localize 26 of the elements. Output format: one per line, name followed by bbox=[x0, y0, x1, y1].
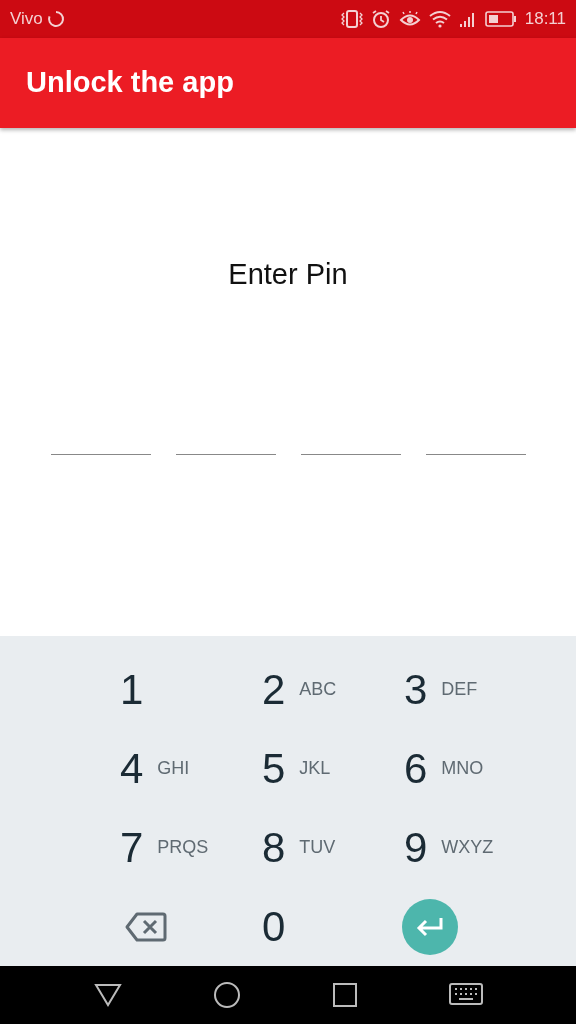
keypad-key[interactable]: 5 JKL bbox=[217, 747, 331, 790]
keypad-key[interactable]: 3 DEF bbox=[359, 668, 478, 711]
back-icon[interactable] bbox=[93, 983, 122, 1007]
backspace-icon[interactable] bbox=[125, 910, 167, 943]
carrier-name: Vivo bbox=[10, 8, 43, 31]
keypad-key[interactable]: 1 bbox=[75, 668, 144, 711]
keypad-key[interactable]: 9 WXYZ bbox=[359, 826, 494, 869]
recents-icon[interactable] bbox=[331, 982, 358, 1008]
signal-icon bbox=[458, 10, 477, 28]
keypad-key[interactable]: 2 ABC bbox=[217, 668, 337, 711]
battery-icon bbox=[484, 10, 517, 28]
keypad-key[interactable]: 6 MNO bbox=[359, 747, 484, 790]
app-title: Unlock the app bbox=[26, 65, 234, 101]
enter-arrow-icon bbox=[415, 915, 445, 938]
alarm-icon bbox=[370, 9, 391, 29]
clock-time: 18:11 bbox=[524, 8, 566, 31]
wifi-icon bbox=[428, 10, 451, 28]
keypad-key[interactable]: 4 GHI bbox=[75, 747, 190, 790]
keypad-key[interactable]: 8 TUV bbox=[217, 826, 336, 869]
pin-prompt: Enter Pin bbox=[228, 257, 348, 292]
loading-icon bbox=[46, 10, 65, 28]
keypad-key[interactable]: 7 PRQS bbox=[75, 826, 209, 869]
vibrate-icon bbox=[340, 9, 363, 29]
home-icon[interactable] bbox=[212, 981, 241, 1009]
keyboard-icon[interactable] bbox=[448, 983, 483, 1007]
keypad-key[interactable]: 0 bbox=[217, 905, 286, 948]
